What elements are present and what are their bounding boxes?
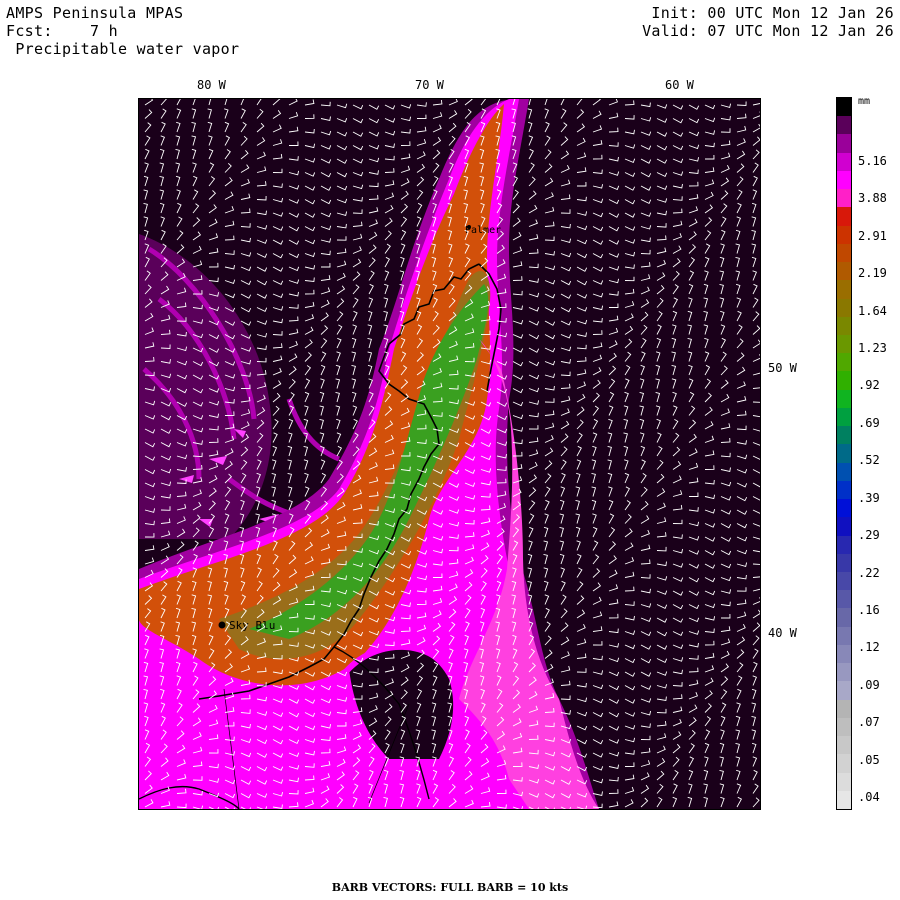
colorbar-swatch xyxy=(837,280,851,300)
colorbar-swatch xyxy=(837,462,851,482)
colorbar-swatch xyxy=(837,426,851,445)
colorbar-swatch xyxy=(837,499,851,518)
colorbar-swatch xyxy=(837,517,851,537)
lon-label-60w: 60 W xyxy=(665,78,694,92)
colorbar-label: 1.64 xyxy=(858,303,887,318)
colorbar-swatch xyxy=(837,790,851,810)
colorbar-swatch xyxy=(837,116,851,135)
colorbar-swatch xyxy=(837,225,851,245)
colorbar-swatch xyxy=(837,535,851,555)
header-right: Init: 00 UTC Mon 12 Jan 26 Valid: 07 UTC… xyxy=(642,4,894,40)
colorbar-label: .07 xyxy=(858,715,880,730)
precipitable-water-map: Sky Blu Palmer xyxy=(139,99,760,809)
sky-blu-label: Sky Blu xyxy=(229,619,275,632)
colorbar-swatch xyxy=(837,189,851,208)
colorbar-label: .04 xyxy=(858,790,880,804)
colorbar-swatch xyxy=(837,353,851,372)
colorbar-swatch xyxy=(837,608,851,628)
forecast-label: Fcst: xyxy=(6,22,53,40)
colorbar-label: .05 xyxy=(858,752,880,767)
colorbar-swatch xyxy=(837,170,851,190)
colorbar-swatch xyxy=(837,681,851,701)
colorbar-swatch xyxy=(837,626,851,646)
field-title: Precipitable water vapor xyxy=(15,40,240,58)
colorbar-swatch xyxy=(837,371,851,391)
colorbar-swatch xyxy=(837,553,851,573)
colorbar-label: .52 xyxy=(858,453,880,468)
colorbar-swatch xyxy=(837,772,851,792)
header-left: AMPS Peninsula MPAS Fcst: 7 h Precipitab… xyxy=(6,4,239,58)
lat-label-40w: 40 W xyxy=(768,626,797,640)
init-time: Init: 00 UTC Mon 12 Jan 26 xyxy=(651,4,894,22)
colorbar-swatch xyxy=(837,590,851,609)
model-title: AMPS Peninsula MPAS xyxy=(6,4,184,22)
colorbar-swatch xyxy=(837,152,851,172)
colorbar-swatch xyxy=(837,480,851,500)
colorbar-swatch xyxy=(837,207,851,227)
barb-legend: BARB VECTORS: FULL BARB = 10 kts xyxy=(331,881,569,894)
colorbar-swatch xyxy=(837,754,851,774)
colorbar-label: .69 xyxy=(858,415,880,430)
colorbar-label: 5.16 xyxy=(858,154,887,168)
colorbar-label: .29 xyxy=(858,528,880,543)
colorbar-swatch xyxy=(837,316,851,336)
colorbar-label: 2.19 xyxy=(858,266,887,281)
lon-label-70w: 70 W xyxy=(415,78,444,92)
colorbar-label: .12 xyxy=(858,640,880,655)
lat-label-50w: 50 W xyxy=(768,361,797,375)
lon-label-80w: 80 W xyxy=(197,78,226,92)
forecast-value: 7 h xyxy=(89,22,118,40)
valid-time: Valid: 07 UTC Mon 12 Jan 26 xyxy=(642,22,894,40)
colorbar-label: .22 xyxy=(858,565,880,580)
colorbar-swatch xyxy=(837,699,851,719)
colorbar-label: .39 xyxy=(858,490,880,505)
colorbar-swatch xyxy=(837,572,851,591)
colorbar-swatch xyxy=(837,262,851,281)
colorbar-label: .16 xyxy=(858,602,880,617)
sky-blu-marker xyxy=(218,621,226,629)
colorbar xyxy=(836,97,852,810)
colorbar-label: 3.88 xyxy=(858,191,887,206)
colorbar-swatch xyxy=(837,243,851,263)
colorbar-label: 2.91 xyxy=(858,228,887,243)
colorbar-swatch xyxy=(837,335,851,354)
colorbar-swatch xyxy=(837,298,851,318)
colorbar-swatch xyxy=(837,407,851,427)
colorbar-swatch xyxy=(837,644,851,664)
colorbar-swatch xyxy=(837,717,851,737)
colorbar-swatch xyxy=(837,98,851,117)
colorbar-label: 1.23 xyxy=(858,341,887,356)
colorbar-label: .92 xyxy=(858,378,880,393)
colorbar-swatch xyxy=(837,663,851,682)
colorbar-label: .09 xyxy=(858,677,880,692)
map-panel: Sky Blu Palmer xyxy=(138,98,761,810)
colorbar-swatch xyxy=(837,736,851,755)
colorbar-unit: mm xyxy=(858,96,871,107)
colorbar-swatch xyxy=(837,389,851,409)
colorbar-swatch xyxy=(837,444,851,464)
colorbar-swatch xyxy=(837,134,851,154)
